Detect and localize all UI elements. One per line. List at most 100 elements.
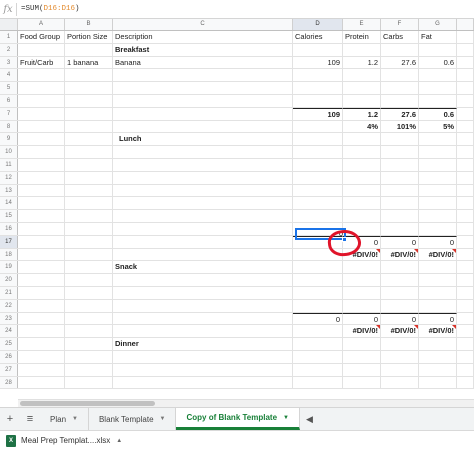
cell[interactable] [381,82,419,94]
cell[interactable] [419,299,457,312]
column-header-b[interactable]: B [65,19,113,30]
cell[interactable] [293,43,343,56]
cell[interactable] [419,146,457,158]
cell[interactable] [419,69,457,82]
breakfast-total-protein[interactable]: 1.2 [343,107,381,120]
row-number[interactable]: 19 [0,261,18,274]
snack-total-fat[interactable]: 0 [419,312,457,325]
cell-c3[interactable]: Banana [113,56,293,69]
cell[interactable] [113,312,293,325]
row-number[interactable]: 10 [0,146,18,158]
row-number[interactable]: 24 [0,325,18,338]
cell[interactable] [343,82,381,94]
cell[interactable] [343,350,381,363]
cell[interactable] [419,158,457,171]
column-header-f[interactable]: F [381,19,419,30]
cell[interactable] [65,376,113,389]
cell[interactable] [65,338,113,350]
cell[interactable] [18,274,65,286]
cell[interactable] [293,274,343,286]
cell[interactable] [65,312,113,325]
row-number[interactable]: 13 [0,184,18,197]
row-number[interactable]: 9 [0,133,18,146]
cell[interactable] [381,69,419,82]
cell[interactable] [293,146,343,158]
breakfast-carbs-percent[interactable]: 101% [381,120,419,133]
cell[interactable] [113,325,293,338]
cell[interactable] [293,363,343,376]
cell[interactable] [381,171,419,184]
cell[interactable] [343,338,381,350]
cell[interactable] [293,338,343,350]
cell[interactable] [343,299,381,312]
cell[interactable] [293,158,343,171]
cell[interactable] [381,274,419,286]
cell[interactable] [18,312,65,325]
cell[interactable] [18,325,65,338]
cell[interactable] [18,299,65,312]
formula-bar[interactable]: fx =SUM(D16:D16) [0,0,474,19]
lunch-fat-percent[interactable]: #DIV/0! [419,248,457,261]
cell[interactable] [113,248,293,261]
tab-copy-of-blank-template[interactable]: Copy of Blank Template ▼ [176,408,300,430]
row-number[interactable]: 20 [0,274,18,286]
column-header-a[interactable]: A [18,19,65,30]
snack-total-protein[interactable]: 0 [343,312,381,325]
cell[interactable] [293,69,343,82]
cell[interactable] [419,286,457,299]
cell[interactable] [293,171,343,184]
cell[interactable] [18,146,65,158]
download-filename[interactable]: Meal Prep Templat....xlsx [21,436,110,445]
cell[interactable] [381,146,419,158]
cell[interactable] [381,158,419,171]
cell[interactable] [293,350,343,363]
cell[interactable] [65,261,113,274]
column-header-e[interactable]: E [343,19,381,30]
cell[interactable] [113,350,293,363]
cell[interactable] [293,376,343,389]
breakfast-protein-percent[interactable]: 4% [343,120,381,133]
cell[interactable] [113,210,293,222]
cell[interactable] [65,286,113,299]
row-number[interactable]: 28 [0,376,18,389]
cell[interactable] [293,197,343,210]
snack-carbs-percent[interactable]: #DIV/0! [381,325,419,338]
cell[interactable] [18,158,65,171]
cell[interactable] [343,184,381,197]
cell[interactable] [18,261,65,274]
cell[interactable] [113,274,293,286]
cell[interactable] [65,146,113,158]
cell[interactable] [65,82,113,94]
breakfast-total-carbs[interactable]: 27.6 [381,107,419,120]
cell[interactable] [18,133,65,146]
cell[interactable] [381,43,419,56]
cell[interactable] [343,94,381,107]
row-number[interactable]: 22 [0,299,18,312]
cell[interactable] [381,94,419,107]
section-heading-breakfast[interactable]: Breakfast [113,43,293,56]
cell[interactable] [293,286,343,299]
cell[interactable] [65,94,113,107]
cell[interactable] [419,133,457,146]
row-number[interactable]: 16 [0,222,18,235]
cell[interactable] [419,363,457,376]
cell[interactable] [65,184,113,197]
cell[interactable] [18,235,65,248]
cell[interactable] [419,171,457,184]
cell[interactable] [18,363,65,376]
cell-e1[interactable]: Protein [343,31,381,43]
cell-c1[interactable]: Description [113,31,293,43]
cell[interactable] [65,248,113,261]
cell[interactable] [18,69,65,82]
cell[interactable] [18,350,65,363]
cell[interactable] [419,222,457,235]
spreadsheet-grid[interactable]: 1 Food Group Portion Size Description Ca… [0,31,474,390]
section-heading-lunch[interactable]: Lunch [113,133,293,146]
cell[interactable] [381,184,419,197]
cell[interactable] [293,210,343,222]
row-number[interactable]: 21 [0,286,18,299]
chevron-down-icon[interactable]: ▼ [160,416,166,422]
cell[interactable] [113,286,293,299]
cell[interactable] [419,82,457,94]
cell[interactable] [293,133,343,146]
